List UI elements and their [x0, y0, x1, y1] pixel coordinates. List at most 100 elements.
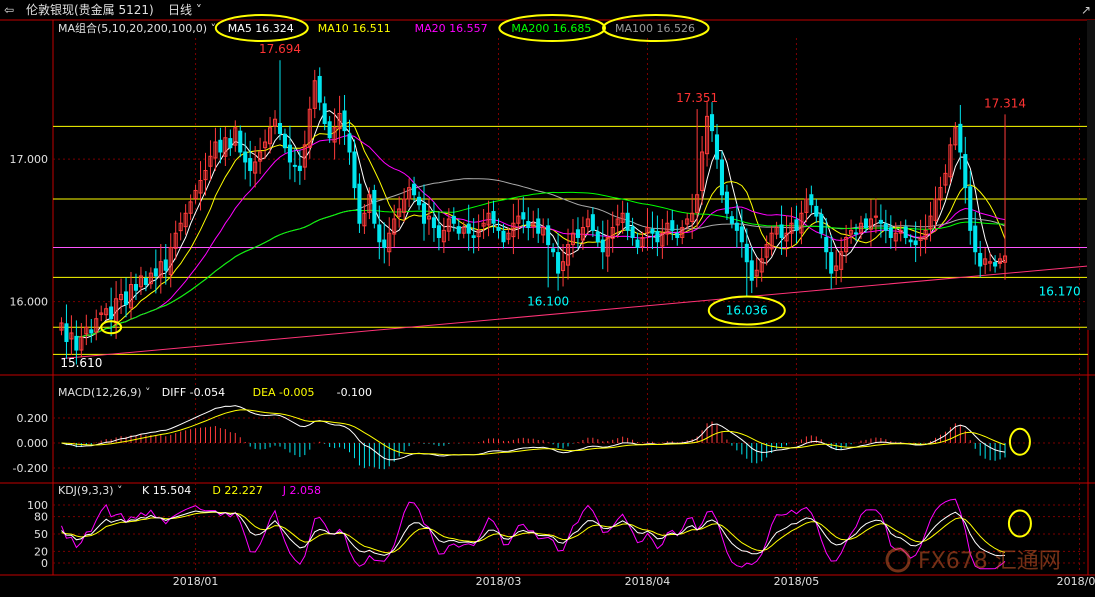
candle-body [625, 212, 630, 231]
ma-legend-item: MA10 16.511 [318, 22, 391, 35]
candle-body [655, 231, 660, 243]
candle-body [347, 133, 352, 153]
horizontal-level-lines [53, 125, 1089, 360]
candle-body [600, 239, 605, 253]
price-extreme-label: 17.314 [984, 96, 1026, 110]
kdj-tick-label: 50 [34, 528, 48, 541]
candle-body [133, 284, 139, 291]
back-icon[interactable]: ⇦ [4, 2, 14, 18]
x-tick-label: 2018/01 [173, 575, 219, 588]
candle-body [863, 218, 869, 229]
candle-body [675, 233, 680, 238]
maximize-icon[interactable]: ↗ [1081, 2, 1091, 18]
candle-body [89, 329, 94, 334]
price-tick-label: 17.000 [10, 153, 49, 166]
price-extreme-label: 16.100 [527, 294, 569, 308]
candle-body [357, 183, 362, 224]
candle-body [595, 231, 600, 243]
candle-body [814, 205, 819, 217]
ma-legend-title: MA组合(5,10,20,200,100,0) ˅ [58, 21, 216, 35]
right-scroll-strip [1087, 20, 1095, 330]
candle-body [471, 235, 476, 238]
instrument-title[interactable]: 伦敦银现(贵金属 5121) [26, 2, 154, 18]
candle-body [888, 227, 893, 238]
candle-body [963, 154, 968, 189]
candle-body [124, 291, 129, 305]
kdj-legend-title: KDJ(9,3,3) ˅ [58, 484, 123, 497]
candle-body [372, 189, 377, 224]
candle-body [739, 226, 744, 243]
candle-body [575, 229, 580, 238]
candle-body [978, 252, 983, 267]
candle-body [556, 252, 561, 274]
candle-body [431, 217, 436, 229]
ma-legend-item: MA100 16.526 [615, 22, 695, 35]
candle-body [749, 260, 754, 281]
kdj-legend-item: K 15.504 [142, 484, 191, 497]
candle-body [744, 243, 749, 263]
candle-body [824, 236, 829, 253]
candle-body [496, 227, 501, 231]
kdj-highlight-ellipse [1007, 509, 1032, 538]
candle-body [287, 144, 292, 163]
candlesticks [59, 60, 1008, 365]
candle-body [322, 103, 327, 124]
candle-body [297, 165, 302, 172]
kdj-k-line [61, 510, 1006, 557]
watermark-logo [885, 547, 911, 573]
candle-body [327, 121, 332, 139]
candle-body [819, 213, 824, 234]
x-tick-label: 2018/03 [476, 575, 522, 588]
watermark-text: FX678 汇通网 [918, 549, 1061, 574]
candle-body [908, 239, 913, 243]
macd-tick-label: 0.200 [17, 412, 49, 425]
candle-body [74, 335, 79, 351]
price-extreme-label: 15.610 [60, 356, 102, 370]
candle-body [779, 224, 784, 238]
x-tick-label: 2018/04 [625, 575, 671, 588]
candle-body [670, 220, 675, 231]
candle-body [809, 194, 814, 206]
candle-body [829, 252, 834, 274]
candle-body [416, 196, 422, 206]
candle-body [218, 139, 223, 153]
period-selector[interactable]: 日线 ˅ [168, 2, 202, 18]
macd-legend-item: DEA -0.005 [253, 386, 315, 399]
candle-body [342, 110, 347, 132]
candle-body [878, 219, 883, 224]
x-tick-label: 2018/06 [1057, 575, 1095, 588]
candle-body [456, 226, 461, 234]
candle-body [382, 239, 387, 248]
candle-body [377, 224, 382, 243]
ma-legend-item: MA200 16.685 [511, 22, 591, 35]
candle-body [421, 203, 427, 224]
candle-body [630, 226, 635, 238]
kdj-legend-item: J 2.058 [282, 484, 321, 497]
kdj-legend-item: D 22.227 [212, 484, 262, 497]
candle-body [153, 268, 158, 277]
candle-body [734, 222, 739, 231]
candle-body [466, 223, 471, 234]
macd-tick-label: 0.000 [17, 437, 49, 450]
candle-body [412, 183, 417, 196]
candle-body [526, 221, 531, 229]
macd-legend-title: MACD(12,26,9) ˅ [58, 386, 151, 399]
macd-highlight-ellipse [1008, 427, 1031, 456]
candle-body [650, 228, 655, 234]
candle-body [451, 215, 456, 224]
candle-body [729, 216, 734, 224]
candle-body [277, 122, 283, 134]
candle-body [248, 158, 253, 172]
price-extreme-label: 17.351 [676, 91, 718, 105]
candle-body [317, 75, 322, 103]
period-label: 日线 [168, 3, 193, 17]
candle-body [521, 212, 526, 220]
watermark: FX678 汇通网 [885, 547, 1061, 574]
price-extreme-label: 17.694 [259, 42, 301, 56]
candle-body [903, 226, 908, 238]
price-extreme-label: 16.170 [1039, 284, 1081, 298]
ma-line-ma100 [76, 178, 1006, 338]
candle-body [635, 239, 640, 248]
candle-body [163, 259, 168, 271]
candle-body [243, 151, 248, 163]
